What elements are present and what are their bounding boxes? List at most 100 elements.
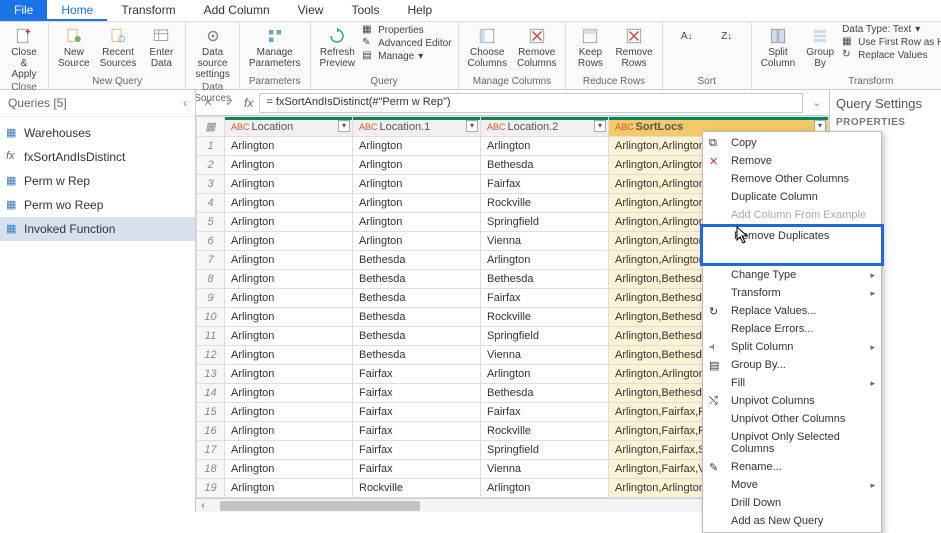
keep-rows-button[interactable]: Keep Rows — [572, 24, 608, 71]
cell-location1[interactable]: Bethesda — [353, 270, 481, 289]
refresh-preview-button[interactable]: Refresh Preview — [317, 24, 359, 71]
cell-location2[interactable]: Arlington — [481, 137, 609, 156]
menu-move[interactable]: Move▸ — [703, 476, 881, 494]
cell-location[interactable]: Arlington — [225, 175, 353, 194]
cell-location2[interactable]: Bethesda — [481, 498, 609, 499]
cell-location1[interactable]: Rockville — [353, 479, 481, 498]
menu-remove-duplicates[interactable]: Remove Duplicates — [703, 227, 881, 245]
filter-dropdown-icon[interactable]: ▾ — [338, 120, 350, 132]
cell-location1[interactable]: Arlington — [353, 175, 481, 194]
cell-location[interactable]: Arlington — [225, 422, 353, 441]
formula-cancel-icon[interactable]: ✕ — [200, 95, 216, 111]
menu-unpivot-other[interactable]: Unpivot Other Columns — [703, 410, 881, 428]
filter-dropdown-icon[interactable]: ▾ — [594, 120, 606, 132]
cell-location2[interactable]: Springfield — [481, 327, 609, 346]
cell-location[interactable]: Arlington — [225, 308, 353, 327]
query-item[interactable]: ▦Warehouses — [0, 121, 195, 145]
cell-location[interactable]: Arlington — [225, 289, 353, 308]
menu-split-column[interactable]: ⫞Split Column▸ — [703, 338, 881, 356]
tab-home[interactable]: Home — [47, 0, 107, 21]
col-header-location2[interactable]: ABCLocation.2▾ — [481, 117, 609, 137]
remove-rows-button[interactable]: Remove Rows — [612, 24, 655, 71]
collapse-icon[interactable]: ‹ — [183, 96, 187, 110]
menu-change-type[interactable]: Change Type▸ — [703, 266, 881, 284]
new-source-button[interactable]: New Source — [55, 24, 93, 71]
scroll-left-icon[interactable]: ‹ — [196, 500, 210, 511]
choose-columns-button[interactable]: Choose Columns — [465, 24, 510, 71]
formula-dropdown-icon[interactable]: ⌄ — [809, 95, 825, 111]
cell-location1[interactable]: Arlington — [353, 213, 481, 232]
cell-location1[interactable]: Arlington — [353, 156, 481, 175]
cell-location1[interactable]: Fairfax — [353, 365, 481, 384]
tab-help[interactable]: Help — [393, 0, 446, 21]
fx-icon[interactable]: fx — [244, 96, 253, 110]
cell-location2[interactable]: Rockville — [481, 308, 609, 327]
cell-location[interactable]: Arlington — [225, 251, 353, 270]
cell-location[interactable]: Arlington — [225, 365, 353, 384]
menu-add-new-query[interactable]: Add as New Query — [703, 512, 881, 530]
cell-location2[interactable]: Springfield — [481, 441, 609, 460]
cell-location1[interactable]: Fairfax — [353, 403, 481, 422]
cell-location[interactable]: Arlington — [225, 213, 353, 232]
menu-replace-values[interactable]: ↻Replace Values... — [703, 302, 881, 320]
cell-location2[interactable]: Rockville — [481, 422, 609, 441]
cell-location1[interactable]: Bethesda — [353, 327, 481, 346]
col-header-location[interactable]: ABCLocation▾ — [225, 117, 353, 137]
menu-transform[interactable]: Transform▸ — [703, 284, 881, 302]
cell-location1[interactable]: Bethesda — [353, 289, 481, 308]
cell-location1[interactable]: Fairfax — [353, 384, 481, 403]
tab-view[interactable]: View — [284, 0, 338, 21]
data-source-settings-button[interactable]: Data source settings — [192, 24, 232, 82]
cell-location[interactable]: Arlington — [225, 441, 353, 460]
remove-columns-button[interactable]: Remove Columns — [514, 24, 559, 71]
cell-location[interactable]: Arlington — [225, 232, 353, 251]
manage-parameters-button[interactable]: Manage Parameters — [246, 24, 304, 71]
cell-location2[interactable]: Fairfax — [481, 289, 609, 308]
query-item[interactable]: ▦Perm wo Reep — [0, 193, 195, 217]
recent-sources-button[interactable]: Recent Sources — [97, 24, 140, 71]
properties-button[interactable]: ▦Properties — [362, 24, 451, 36]
cell-location2[interactable]: Vienna — [481, 460, 609, 479]
cell-location[interactable]: Arlington — [225, 346, 353, 365]
cell-location2[interactable]: Bethesda — [481, 384, 609, 403]
query-item[interactable]: ▦Invoked Function — [0, 217, 195, 241]
file-menu[interactable]: File — [0, 0, 47, 21]
query-item[interactable]: ▦Perm w Rep — [0, 169, 195, 193]
filter-dropdown-icon[interactable]: ▾ — [466, 120, 478, 132]
cell-location2[interactable]: Fairfax — [481, 175, 609, 194]
menu-duplicate[interactable]: Duplicate Column — [703, 188, 881, 206]
tab-transform[interactable]: Transform — [107, 0, 189, 21]
cell-location[interactable]: Arlington — [225, 384, 353, 403]
tab-add-column[interactable]: Add Column — [190, 0, 284, 21]
menu-remove[interactable]: ✕Remove — [703, 152, 881, 170]
cell-location2[interactable]: Arlington — [481, 479, 609, 498]
menu-replace-errors[interactable]: Replace Errors... — [703, 320, 881, 338]
menu-drill-down[interactable]: Drill Down — [703, 494, 881, 512]
manage-query-button[interactable]: ▤Manage ▾ — [362, 50, 451, 62]
cell-location2[interactable]: Bethesda — [481, 156, 609, 175]
cell-location[interactable]: Arlington — [225, 270, 353, 289]
advanced-editor-button[interactable]: ✎Advanced Editor — [362, 37, 451, 49]
table-corner[interactable]: ▦ — [197, 117, 225, 137]
menu-group-by[interactable]: ▤Group By... — [703, 356, 881, 374]
menu-remove-errors-top[interactable]: Remove Errors — [703, 245, 881, 263]
cell-location1[interactable]: Fairfax — [353, 441, 481, 460]
tab-tools[interactable]: Tools — [337, 0, 393, 21]
cell-location[interactable]: Arlington — [225, 194, 353, 213]
group-by-button[interactable]: Group By — [802, 24, 838, 71]
cell-location2[interactable]: Bethesda — [481, 270, 609, 289]
sort-desc-button[interactable]: Z↓ — [709, 24, 745, 48]
enter-data-button[interactable]: Enter Data — [143, 24, 179, 71]
cell-location2[interactable]: Arlington — [481, 365, 609, 384]
cell-location2[interactable]: Vienna — [481, 232, 609, 251]
first-row-headers-button[interactable]: ▦Use First Row as Headers ▾ — [842, 36, 941, 48]
cell-location2[interactable]: Springfield — [481, 213, 609, 232]
cell-location1[interactable]: Bethesda — [353, 346, 481, 365]
cell-location1[interactable]: Arlington — [353, 137, 481, 156]
close-apply-button[interactable]: Close & Apply — [6, 24, 42, 82]
cell-location[interactable]: Arlington — [225, 460, 353, 479]
query-item[interactable]: fxfxSortAndIsDistinct — [0, 145, 195, 169]
cell-location2[interactable]: Fairfax — [481, 403, 609, 422]
sort-asc-button[interactable]: A↓ — [669, 24, 705, 48]
cell-location1[interactable]: Fairfax — [353, 422, 481, 441]
